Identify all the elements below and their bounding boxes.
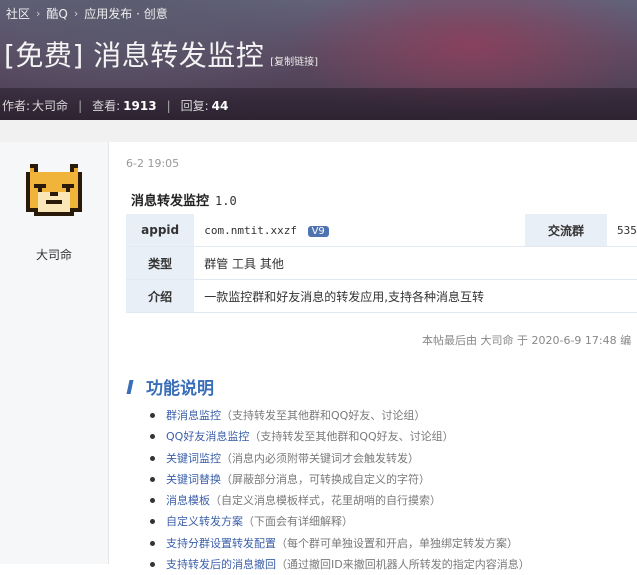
- breadcrumb: 社区 › 酷Q › 应用发布 · 创意: [6, 5, 168, 22]
- pen-icon: [126, 379, 134, 394]
- appid-value-cell: com.nmtit.xxzf V9: [194, 214, 526, 247]
- breadcrumb-community[interactable]: 社区: [6, 5, 30, 22]
- list-item: 消息模板（自定义消息模板样式，花里胡哨的自行摸索）: [150, 490, 530, 511]
- feature-desc: （通过撤回ID来撤回机器人所转发的指定内容消息）: [276, 558, 530, 572]
- post-date: 6-2 19:05: [126, 157, 180, 170]
- author-sidebar: 大司命: [0, 142, 109, 564]
- list-item: QQ好友消息监控（支持转发至其他群和QQ好友、讨论组）: [150, 426, 530, 447]
- list-item: 关键词替换（屏蔽部分消息，可转换成自定义的字符）: [150, 469, 530, 490]
- copy-link-button[interactable]: [复制链接]: [270, 53, 318, 68]
- feature-desc: （支持转发至其他群和QQ好友、讨论组）: [249, 430, 454, 444]
- breadcrumb-separator: ›: [73, 7, 79, 20]
- author-label: 作者:: [2, 99, 31, 113]
- breadcrumb-separator: ›: [36, 7, 41, 20]
- thread-meta: 作者: 大司命 | 查看: 1913 | 回复: 44: [2, 97, 228, 114]
- feature-name: 支持分群设置转发配置: [166, 536, 276, 550]
- group-value: 535: [606, 214, 637, 247]
- plugin-version: 1.0: [215, 194, 237, 208]
- author-link[interactable]: 大司命: [32, 97, 68, 114]
- avatar[interactable]: [22, 160, 86, 224]
- feature-name: 关键词监控: [166, 451, 221, 465]
- list-item: 群消息监控（支持转发至其他群和QQ好友、讨论组）: [150, 405, 530, 426]
- feature-desc: （屏蔽部分消息，可转换成自定义的字符）: [221, 472, 430, 486]
- feature-name: QQ好友消息监控: [166, 430, 250, 444]
- intro-value: 一款监控群和好友消息的转发应用,支持各种消息互转: [194, 279, 637, 313]
- version-badge: V9: [307, 225, 329, 237]
- list-item: 自定义转发方案（下面会有详细解释）: [150, 511, 530, 532]
- feature-desc: （每个群可单独设置和开启，单独绑定转发方案）: [276, 536, 518, 550]
- info-row-appid: appid com.nmtit.xxzf V9 交流群 535: [126, 214, 637, 247]
- appid-value: com.nmtit.xxzf: [204, 223, 297, 237]
- feature-desc: （自定义消息模板样式，花里胡哨的自行摸索）: [210, 494, 441, 508]
- info-row-intro: 介绍 一款监控群和好友消息的转发应用,支持各种消息互转: [126, 279, 637, 313]
- divider: |: [78, 98, 83, 113]
- feature-name: 自定义转发方案: [166, 515, 243, 529]
- header-banner: 社区 › 酷Q › 应用发布 · 创意 [免费] 消息转发监控 [复制链接] 作…: [0, 0, 637, 120]
- features-heading: 功能说明: [126, 374, 214, 399]
- feature-name: 群消息监控: [166, 409, 221, 422]
- replies-count: 44: [211, 98, 229, 113]
- list-item: 关键词监控（消息内必须附带关键词才会触发转发）: [150, 448, 530, 469]
- list-item: 支持转发后的消息撤回（通过撤回ID来撤回机器人所转发的指定内容消息）: [150, 554, 530, 575]
- breadcrumb-app-release[interactable]: 应用发布 · 创意: [84, 5, 167, 22]
- feature-name: 关键词替换: [166, 472, 221, 486]
- plugin-info-table: appid com.nmtit.xxzf V9 交流群 535 类型 群管 工具…: [126, 214, 637, 313]
- edit-note: 本帖最后由 大司命 于 2020-6-9 17:48 编: [422, 334, 632, 347]
- type-value: 群管 工具 其他: [194, 246, 637, 280]
- info-row-type: 类型 群管 工具 其他: [126, 246, 637, 280]
- title-row: [免费] 消息转发监控 [复制链接]: [4, 34, 318, 74]
- feature-desc: （消息内必须附带关键词才会触发转发）: [221, 451, 419, 465]
- feature-desc: （下面会有详细解释）: [243, 515, 353, 529]
- plugin-name: 消息转发监控 1.0: [131, 190, 237, 209]
- features-list: 群消息监控（支持转发至其他群和QQ好友、讨论组） QQ好友消息监控（支持转发至其…: [150, 405, 530, 575]
- views-label: 查看:: [92, 99, 121, 113]
- page-title: [免费] 消息转发监控: [4, 39, 265, 72]
- features-title: 功能说明: [146, 379, 214, 399]
- feature-name: 支持转发后的消息撤回: [166, 558, 276, 572]
- views-count: 1913: [123, 98, 157, 113]
- plugin-title: 消息转发监控: [131, 194, 210, 209]
- sidebar-author-name[interactable]: 大司命: [0, 246, 108, 263]
- type-label: 类型: [126, 246, 195, 280]
- list-item: 支持分群设置转发配置（每个群可单独设置和开启，单独绑定转发方案）: [150, 533, 530, 554]
- appid-label: appid: [126, 214, 195, 247]
- section-gap: [0, 120, 637, 142]
- group-label: 交流群: [525, 214, 607, 247]
- feature-name: 消息模板: [166, 494, 210, 508]
- feature-desc: （支持转发至其他群和QQ好友、讨论组）: [221, 409, 426, 422]
- divider: |: [166, 98, 171, 113]
- replies-label: 回复:: [180, 99, 209, 113]
- breadcrumb-coolq[interactable]: 酷Q: [46, 5, 67, 22]
- intro-label: 介绍: [126, 279, 195, 313]
